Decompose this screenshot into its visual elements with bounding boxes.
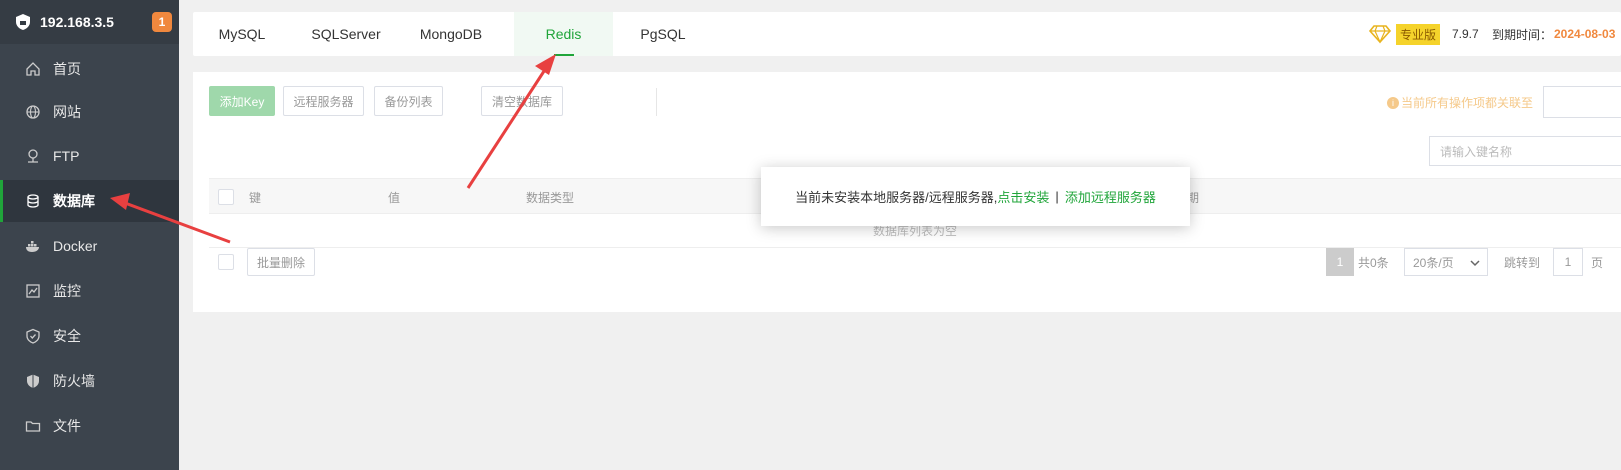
sidebar-item-files[interactable]: 文件 [0, 405, 179, 447]
sidebar-item-website[interactable]: 网站 [0, 91, 179, 133]
edition-info[interactable]: 专业版 [1368, 12, 1441, 56]
sidebar-item-database[interactable]: 数据库 [0, 180, 179, 222]
page-unit-label: 页 [1591, 255, 1604, 270]
sidebar-item-home[interactable]: 首页 [0, 48, 179, 90]
key-search-input[interactable]: 请输入键名称 [1429, 136, 1621, 166]
sidebar-item-label: FTP [53, 148, 80, 164]
database-icon [25, 193, 41, 209]
docker-icon [25, 238, 41, 254]
home-icon [25, 61, 41, 77]
page-size-select[interactable]: 20条/页 [1404, 248, 1488, 276]
footer-select-checkbox[interactable] [218, 254, 234, 270]
sidebar-item-ftp[interactable]: FTP [0, 135, 179, 177]
pagination-total: 共0条 [1358, 255, 1389, 270]
tab-redis[interactable]: Redis [514, 12, 613, 56]
page-size-value: 20条/页 [1413, 255, 1454, 270]
tab-mysql[interactable]: MySQL [193, 12, 291, 56]
sidebar-item-label: Docker [53, 238, 98, 254]
pagination-current-page[interactable]: 1 [1326, 248, 1354, 276]
ftp-icon [25, 148, 41, 164]
toolbar-divider [656, 88, 657, 116]
sidebar-item-label: 首页 [53, 61, 81, 77]
tab-mongodb[interactable]: MongoDB [401, 12, 501, 56]
diamond-icon [1368, 25, 1392, 44]
expire-date: 2024-08-03 [1554, 27, 1616, 41]
select-all-checkbox[interactable] [218, 189, 234, 205]
sidebar-item-monitor[interactable]: 监控 [0, 270, 179, 312]
backup-list-button[interactable]: 备份列表 [374, 86, 443, 116]
remote-servers-button[interactable]: 远程服务器 [283, 86, 364, 116]
chevron-down-icon [1470, 260, 1480, 267]
server-shield-icon [16, 14, 30, 30]
column-header-type: 数据类型 [526, 190, 575, 205]
column-header-value: 值 [388, 190, 401, 205]
pro-edition-badge: 专业版 [1396, 23, 1441, 45]
expire-label: 到期时间： [1492, 27, 1553, 42]
sidebar-item-docker[interactable]: Docker [0, 225, 179, 267]
firewall-icon [25, 373, 41, 389]
sidebar-item-label: 防火墙 [53, 373, 95, 389]
sidebar-item-firewall[interactable]: 防火墙 [0, 360, 179, 402]
folder-icon [25, 418, 41, 434]
version-number: 7.9.7 [1452, 27, 1479, 41]
add-key-button[interactable]: 添加Key [209, 86, 275, 116]
sidebar-item-label: 安全 [53, 328, 81, 344]
no-server-dialog: 当前未安装本地服务器/远程服务器, 点击安装 | 添加远程服务器 [761, 167, 1190, 226]
add-remote-server-link[interactable]: 添加远程服务器 [1065, 187, 1156, 206]
globe-icon [25, 104, 41, 120]
server-ip: 192.168.3.5 [40, 14, 114, 30]
sidebar-item-label: 网站 [53, 104, 81, 120]
db-select[interactable] [1543, 86, 1621, 118]
sidebar-item-security[interactable]: 安全 [0, 315, 179, 357]
sidebar-item-label: 监控 [53, 283, 81, 299]
sidebar: 192.168.3.5 1 首页 网站 FTP 数据库 Docker 监控 安全… [0, 0, 179, 470]
notification-badge[interactable]: 1 [152, 12, 172, 32]
tab-sqlserver[interactable]: SQLServer [291, 12, 401, 56]
dialog-message: 当前未安装本地服务器/远程服务器, [795, 190, 998, 205]
install-link[interactable]: 点击安装 [997, 187, 1049, 206]
clear-database-button[interactable]: 清空数据库 [481, 86, 563, 116]
link-separator: | [1055, 189, 1059, 204]
column-header-key: 键 [249, 190, 262, 205]
tab-pgsql[interactable]: PgSQL [613, 12, 713, 56]
batch-delete-button[interactable]: 批量删除 [247, 248, 315, 276]
info-icon: i [1387, 96, 1399, 109]
jump-page-input[interactable]: 1 [1553, 248, 1583, 276]
sidebar-item-label: 文件 [53, 418, 81, 434]
monitor-icon [25, 283, 41, 299]
notice-text: i 当前所有操作项都关联至 [1387, 94, 1533, 111]
sidebar-item-label: 数据库 [53, 193, 95, 209]
shield-check-icon [25, 328, 41, 344]
notice-label: 当前所有操作项都关联至 [1401, 96, 1534, 110]
jump-to-label: 跳转到 [1504, 255, 1541, 270]
